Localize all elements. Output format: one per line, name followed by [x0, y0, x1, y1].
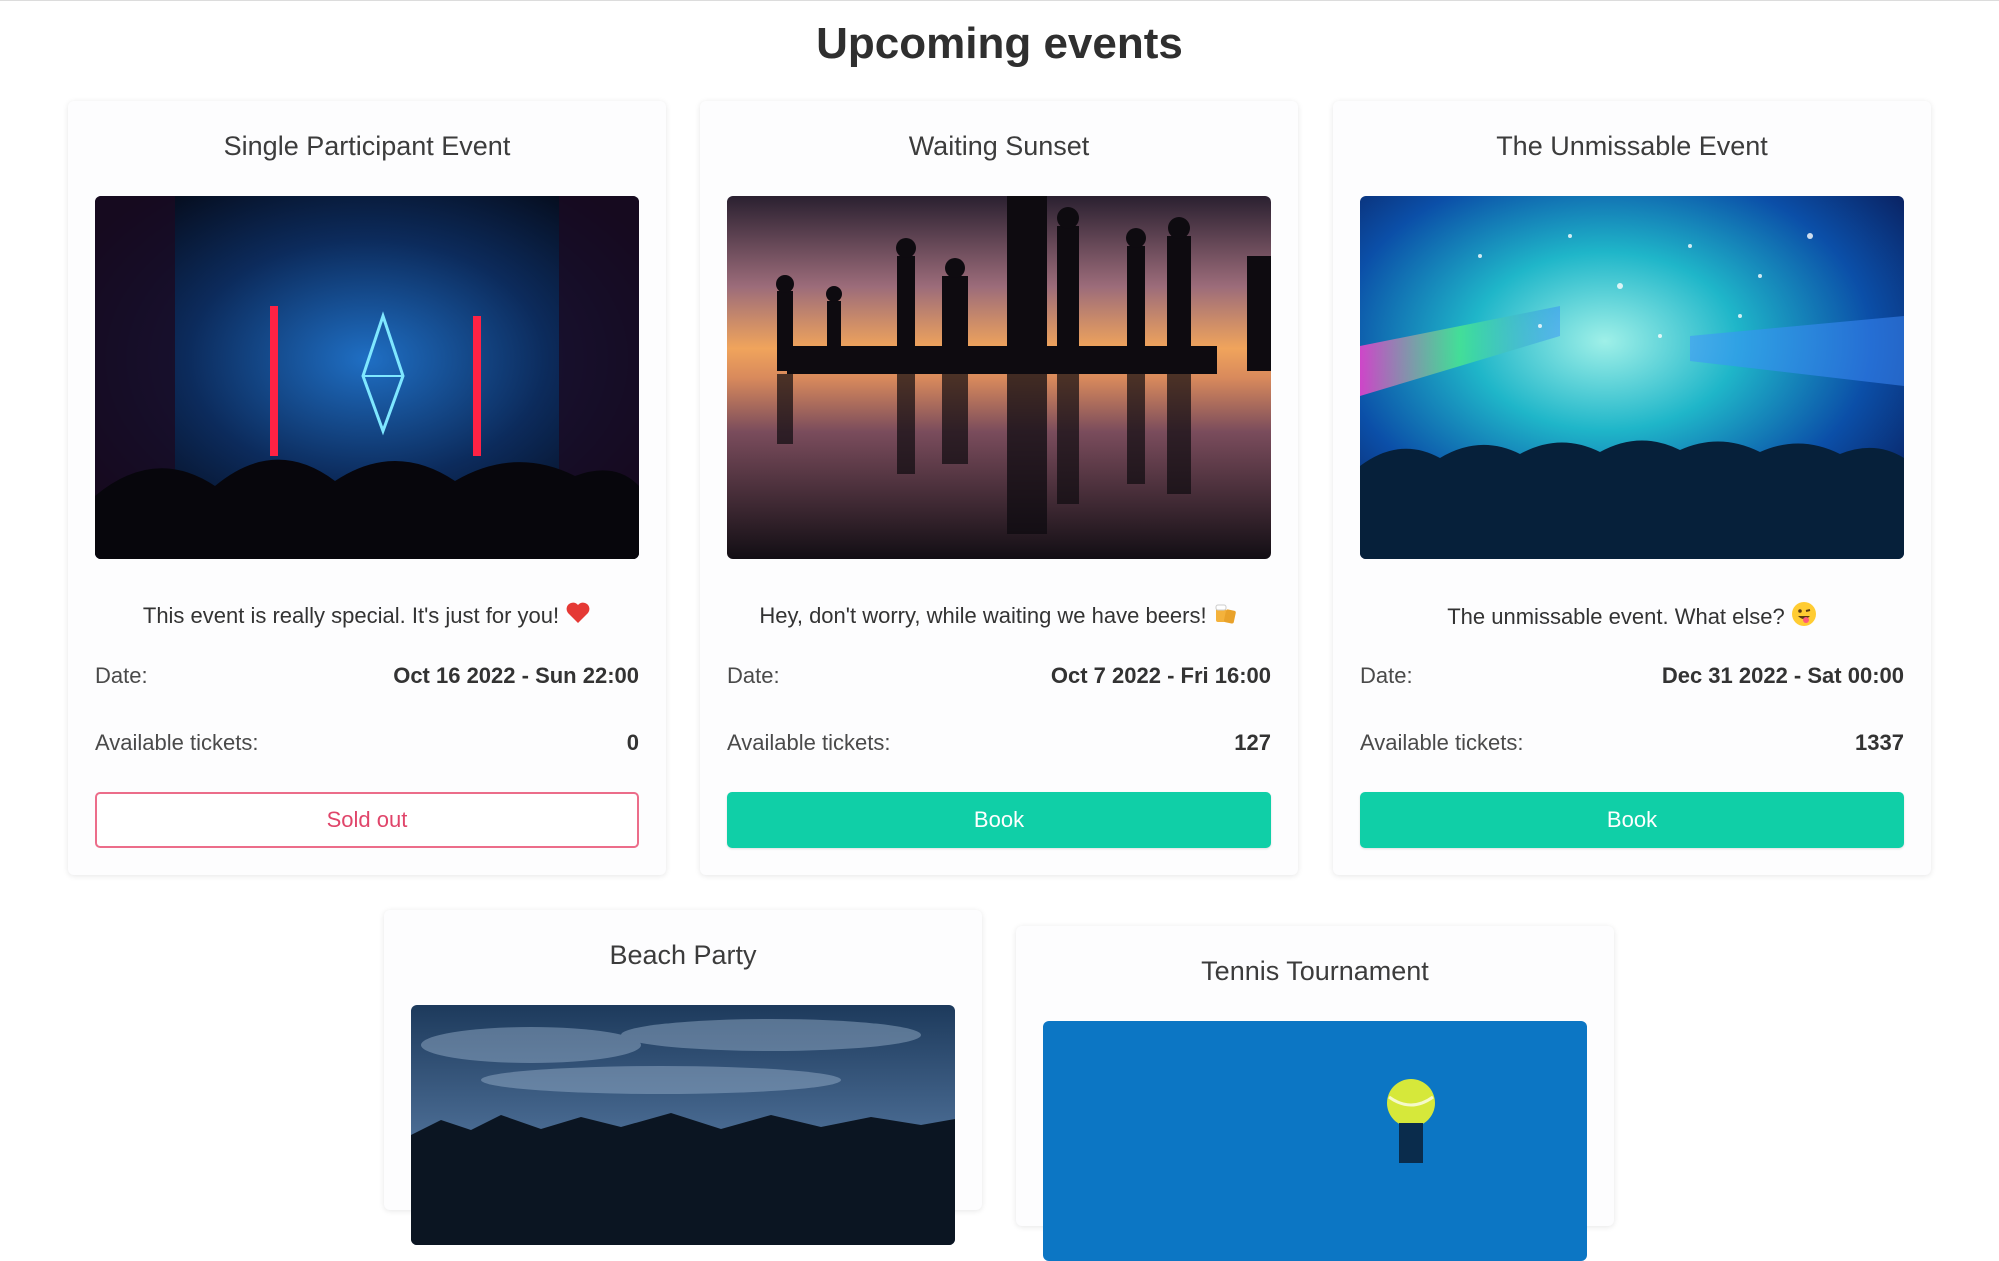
date-label: Date:	[727, 663, 780, 688]
event-title: Single Participant Event	[223, 131, 511, 161]
page-title: Upcoming events	[816, 19, 1183, 68]
event-description-text: Hey, don't worry, while waiting we have …	[759, 603, 1207, 628]
event-image	[1043, 1021, 1587, 1261]
top-divider	[0, 0, 1999, 1]
date-label: Date:	[1360, 663, 1413, 688]
event-card: Waiting Sunset Hey, don't worry, while w…	[700, 101, 1298, 875]
event-description-text: This event is really special. It's just …	[142, 603, 560, 628]
event-card: The Unmissable Event The unmissable even…	[1333, 101, 1931, 875]
tickets-label: Available tickets:	[727, 730, 891, 755]
tickets-label: Available tickets:	[1360, 730, 1524, 755]
tickets-value: 0	[626, 730, 639, 755]
event-title: Tennis Tournament	[1201, 956, 1429, 986]
beer-mugs-emoji-icon	[1213, 601, 1239, 633]
event-image	[411, 1005, 955, 1245]
winking-tongue-emoji-icon	[1791, 601, 1817, 635]
event-title: Waiting Sunset	[908, 131, 1090, 161]
date-value: Oct 16 2022 - Sun 22:00	[393, 663, 639, 688]
date-label: Date:	[95, 663, 148, 688]
book-button[interactable]: Book	[1360, 792, 1904, 848]
heart-emoji-icon	[565, 601, 591, 633]
event-card: Beach Party	[384, 910, 982, 1245]
tickets-value: 127	[1234, 730, 1271, 755]
event-description: This event is really special. It's just …	[68, 601, 666, 633]
event-description-text: The unmissable event. What else?	[1447, 603, 1785, 629]
event-title: The Unmissable Event	[1496, 131, 1768, 161]
event-image	[727, 196, 1271, 559]
date-value: Dec 31 2022 - Sat 00:00	[1661, 663, 1904, 688]
event-card: Single Participant Event This event is r…	[68, 101, 666, 875]
event-tickets-row: Available tickets: 1337	[1360, 728, 1904, 758]
event-card: Tennis Tournament	[1016, 926, 1614, 1261]
event-date-row: Date: Oct 16 2022 - Sun 22:00	[95, 661, 639, 691]
event-tickets-row: Available tickets: 127	[727, 728, 1271, 758]
event-title: Beach Party	[609, 940, 757, 970]
date-value: Oct 7 2022 - Fri 16:00	[1050, 663, 1271, 688]
tickets-value: 1337	[1855, 730, 1904, 755]
sold-out-button[interactable]: Sold out	[95, 792, 639, 848]
tickets-label: Available tickets:	[95, 730, 259, 755]
event-description: The unmissable event. What else?	[1333, 601, 1931, 635]
event-date-row: Date: Oct 7 2022 - Fri 16:00	[727, 661, 1271, 691]
book-button[interactable]: Book	[727, 792, 1271, 848]
event-description: Hey, don't worry, while waiting we have …	[700, 601, 1298, 633]
event-image	[95, 196, 639, 559]
event-date-row: Date: Dec 31 2022 - Sat 00:00	[1360, 661, 1904, 691]
event-tickets-row: Available tickets: 0	[95, 728, 639, 758]
event-image	[1360, 196, 1904, 559]
